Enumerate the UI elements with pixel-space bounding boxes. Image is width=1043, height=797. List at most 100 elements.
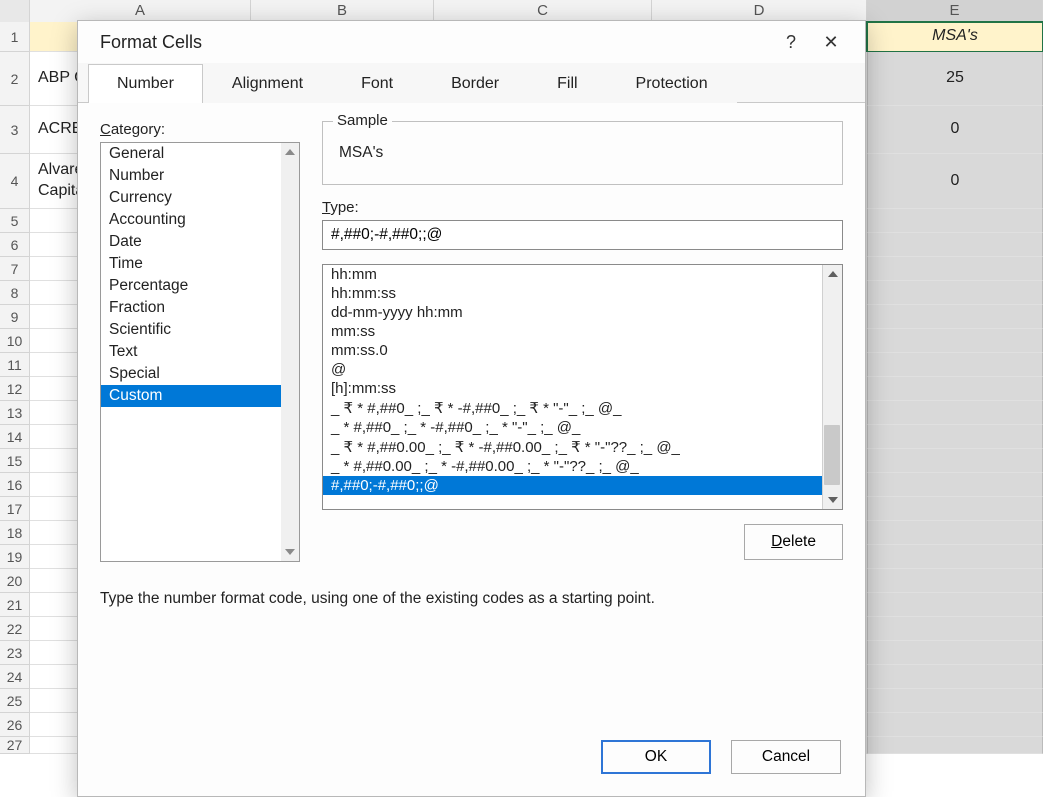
dialog-titlebar[interactable]: Format Cells ? ✕ xyxy=(78,21,865,63)
tab-fill[interactable]: Fill xyxy=(528,64,606,103)
cell[interactable] xyxy=(867,665,1043,689)
cell[interactable] xyxy=(867,353,1043,377)
cell[interactable] xyxy=(867,281,1043,305)
type-item[interactable]: _ * #,##0.00_ ;_ * -#,##0.00_ ;_ * "-"??… xyxy=(323,457,842,476)
cell[interactable] xyxy=(867,473,1043,497)
row-head[interactable]: 3 xyxy=(0,106,30,154)
cell[interactable] xyxy=(867,689,1043,713)
type-item[interactable]: #,##0;-#,##0;;@ xyxy=(323,476,842,495)
category-item[interactable]: Custom xyxy=(101,385,299,407)
category-item[interactable]: Percentage xyxy=(101,275,299,297)
close-icon[interactable]: ✕ xyxy=(811,27,851,57)
cell[interactable] xyxy=(867,425,1043,449)
cell[interactable] xyxy=(867,641,1043,665)
row-head[interactable]: 6 xyxy=(0,233,30,257)
cell[interactable] xyxy=(867,497,1043,521)
cell[interactable] xyxy=(867,209,1043,233)
type-list[interactable]: hh:mmhh:mm:ssdd-mm-yyyy hh:mmmm:ssmm:ss.… xyxy=(322,264,843,510)
cell[interactable] xyxy=(867,449,1043,473)
hint-text: Type the number format code, using one o… xyxy=(100,562,843,608)
category-item[interactable]: Scientific xyxy=(101,319,299,341)
category-item[interactable]: Currency xyxy=(101,187,299,209)
cell[interactable] xyxy=(867,377,1043,401)
cell[interactable] xyxy=(867,233,1043,257)
row-head[interactable]: 15 xyxy=(0,449,30,473)
cell[interactable] xyxy=(867,545,1043,569)
type-label: Type: xyxy=(322,199,843,216)
cell[interactable] xyxy=(867,401,1043,425)
cell[interactable] xyxy=(867,521,1043,545)
tab-alignment[interactable]: Alignment xyxy=(203,64,332,103)
row-head[interactable]: 16 xyxy=(0,473,30,497)
cancel-button[interactable]: Cancel xyxy=(731,740,841,774)
row-head[interactable]: 9 xyxy=(0,305,30,329)
category-item[interactable]: Special xyxy=(101,363,299,385)
row-head[interactable]: 27 xyxy=(0,737,30,754)
row-head[interactable]: 2 xyxy=(0,52,30,106)
row-head[interactable]: 26 xyxy=(0,713,30,737)
row-head[interactable]: 25 xyxy=(0,689,30,713)
cell[interactable] xyxy=(867,257,1043,281)
category-item[interactable]: Text xyxy=(101,341,299,363)
row-head[interactable]: 8 xyxy=(0,281,30,305)
row-head[interactable]: 17 xyxy=(0,497,30,521)
type-item[interactable]: mm:ss.0 xyxy=(323,341,842,360)
row-head[interactable]: 12 xyxy=(0,377,30,401)
type-item[interactable]: _ ₹ * #,##0_ ;_ ₹ * -#,##0_ ;_ ₹ * "-"_ … xyxy=(323,398,842,418)
cell[interactable]: 25 xyxy=(867,52,1043,106)
type-item[interactable]: hh:mm:ss xyxy=(323,284,842,303)
row-head[interactable]: 13 xyxy=(0,401,30,425)
type-item[interactable]: @ xyxy=(323,360,842,379)
row-head[interactable]: 7 xyxy=(0,257,30,281)
category-item[interactable]: Number xyxy=(101,165,299,187)
type-item[interactable]: _ ₹ * #,##0.00_ ;_ ₹ * -#,##0.00_ ;_ ₹ *… xyxy=(323,437,842,457)
cell[interactable]: 0 xyxy=(867,106,1043,154)
category-item[interactable]: Accounting xyxy=(101,209,299,231)
row-head[interactable]: 20 xyxy=(0,569,30,593)
row-head[interactable]: 23 xyxy=(0,641,30,665)
tab-font[interactable]: Font xyxy=(332,64,422,103)
help-icon[interactable]: ? xyxy=(771,27,811,57)
row-head[interactable]: 4 xyxy=(0,154,30,209)
type-item[interactable]: [h]:mm:ss xyxy=(323,379,842,398)
col-head-e[interactable]: E xyxy=(867,0,1043,24)
category-item[interactable]: Fraction xyxy=(101,297,299,319)
type-item[interactable]: mm:ss xyxy=(323,322,842,341)
row-head[interactable]: 22 xyxy=(0,617,30,641)
row-head[interactable]: 18 xyxy=(0,521,30,545)
cell[interactable] xyxy=(867,737,1043,754)
type-input[interactable] xyxy=(322,220,843,250)
cell[interactable] xyxy=(867,329,1043,353)
category-item[interactable]: General xyxy=(101,143,299,165)
select-all-corner[interactable] xyxy=(0,0,30,24)
category-item[interactable]: Date xyxy=(101,231,299,253)
row-head[interactable]: 24 xyxy=(0,665,30,689)
row-head[interactable]: 21 xyxy=(0,593,30,617)
row-head[interactable]: 14 xyxy=(0,425,30,449)
scrollbar-thumb[interactable] xyxy=(824,425,840,485)
tab-protection[interactable]: Protection xyxy=(607,64,737,103)
sample-label: Sample xyxy=(333,112,392,129)
cell[interactable]: 0 xyxy=(867,154,1043,209)
cell[interactable] xyxy=(867,305,1043,329)
category-list[interactable]: GeneralNumberCurrencyAccountingDateTimeP… xyxy=(100,142,300,562)
cell[interactable]: MSA's xyxy=(867,22,1043,52)
cell[interactable] xyxy=(867,593,1043,617)
tab-number[interactable]: Number xyxy=(88,64,203,103)
row-head[interactable]: 5 xyxy=(0,209,30,233)
category-item[interactable]: Time xyxy=(101,253,299,275)
delete-button[interactable]: Delete xyxy=(744,524,843,560)
tab-border[interactable]: Border xyxy=(422,64,528,103)
row-head[interactable]: 1 xyxy=(0,22,30,52)
type-item[interactable]: hh:mm xyxy=(323,265,842,284)
type-item[interactable]: dd-mm-yyyy hh:mm xyxy=(323,303,842,322)
scrollbar[interactable] xyxy=(281,143,299,561)
cell[interactable] xyxy=(867,617,1043,641)
row-head[interactable]: 10 xyxy=(0,329,30,353)
row-head[interactable]: 19 xyxy=(0,545,30,569)
cell[interactable] xyxy=(867,569,1043,593)
row-head[interactable]: 11 xyxy=(0,353,30,377)
type-item[interactable]: _ * #,##0_ ;_ * -#,##0_ ;_ * "-"_ ;_ @_ xyxy=(323,418,842,437)
ok-button[interactable]: OK xyxy=(601,740,711,774)
cell[interactable] xyxy=(867,713,1043,737)
